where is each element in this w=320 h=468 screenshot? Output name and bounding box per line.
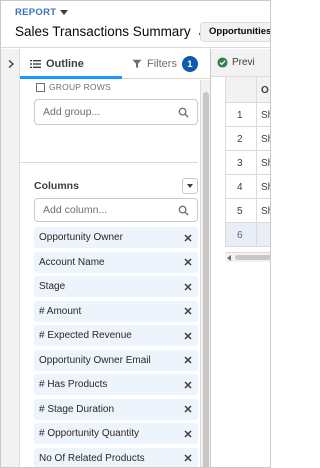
column-item[interactable]: Opportunity Owner Email [34,349,198,371]
add-column-placeholder: Add column... [43,204,108,216]
row-number: 2 [237,134,243,145]
filters-count-badge: 1 [181,56,198,72]
table-row: 5 Sh [225,199,270,223]
table-row: 1 Sh [225,103,270,127]
preview-tab-label: Previ [232,57,255,68]
row-number: 6 [237,230,243,241]
active-tab-indicator [20,76,122,79]
column-label: # Has Products [39,379,108,390]
report-builder: REPORT Sales Transactions Summary Opport… [0,0,271,468]
column-label: Account Name [39,256,105,268]
search-icon [178,107,189,118]
table-row: 4 Sh [225,175,270,199]
column-header[interactable]: O [256,77,270,102]
panel-scrollbar[interactable] [200,80,210,467]
table-cell: Sh [256,199,270,222]
column-item[interactable]: # Opportunity Quantity [34,423,198,444]
column-item[interactable]: # Expected Revenue [34,325,198,346]
chevron-right-icon[interactable] [6,59,16,69]
report-label: REPORT [15,7,57,18]
table-row: 3 Sh [225,151,270,175]
column-item[interactable]: Stage [34,276,198,297]
row-number: 4 [237,182,243,193]
filter-icon [132,59,142,69]
column-item[interactable]: Account Name [34,251,198,273]
panel-scrollbar-thumb[interactable] [203,92,209,467]
check-icon [217,57,228,68]
remove-icon[interactable] [184,454,192,462]
column-label: Opportunity Owner [39,232,123,243]
remove-icon[interactable] [184,233,192,242]
columns-menu-button[interactable] [182,178,198,194]
remove-icon[interactable] [184,356,192,364]
remove-icon[interactable] [184,405,192,413]
panel-tabs: Outline Filters 1 [20,49,210,79]
table-row: 2 Sh [225,127,270,151]
columns-header: Columns [34,177,198,195]
column-item[interactable]: # Stage Duration [34,398,198,420]
column-item[interactable]: # Has Products [34,374,198,395]
table-cell: Sh [256,175,270,198]
column-item[interactable]: Opportunity Owner [34,227,198,248]
add-group-input[interactable]: Add group... [34,99,198,125]
column-label: # Opportunity Quantity [39,428,140,439]
outline-icon [30,60,41,68]
caret-down-icon [60,10,69,15]
tab-filters[interactable]: Filters 1 [132,49,198,79]
column-label: # Expected Revenue [39,330,132,341]
table-cell: Sh [256,103,270,126]
row-number: 3 [237,158,243,169]
report-header: REPORT Sales Transactions Summary Opport… [1,1,270,48]
search-icon [178,205,189,216]
add-group-placeholder: Add group... [43,106,101,118]
row-number: 5 [237,206,243,217]
report-type-pill[interactable]: Opportunities [200,22,270,42]
remove-icon[interactable] [184,258,192,266]
outline-panel: Outline Filters 1 GROUP ROWS Add group..… [20,49,210,467]
remove-icon[interactable] [184,307,192,315]
report-title: Sales Transactions Summary [15,24,191,39]
remove-icon[interactable] [184,429,192,438]
tab-filters-label: Filters [147,58,177,70]
group-rows-label: GROUP ROWS [49,82,111,92]
panel-collapse-strip[interactable] [1,49,20,467]
table-cell [256,223,270,246]
group-rows-heading: GROUP ROWS [36,82,111,92]
add-column-input[interactable]: Add column... [34,198,198,222]
preview-horizontal-scrollbar[interactable] [225,252,270,262]
scroll-left-icon[interactable] [227,255,231,261]
column-item[interactable]: # Amount [34,300,198,322]
preview-table: O 1 Sh 2 Sh 3 Sh 4 Sh 5 Sh 6 [225,77,270,247]
columns-title: Columns [34,180,79,192]
remove-icon[interactable] [184,380,192,389]
remove-icon[interactable] [184,331,192,340]
caret-down-icon [187,184,193,188]
preview-scrollbar-thumb[interactable] [235,255,270,260]
table-header: O [225,77,270,103]
panel-scroll-area: GROUP ROWS Add group... Columns Add colu… [20,80,210,467]
column-label: # Stage Duration [39,403,115,415]
section-divider [20,162,198,163]
column-label: Stage [39,281,66,292]
table-cell: Sh [256,127,270,150]
column-item[interactable]: No Of Related Products [34,447,198,467]
row-number-header [226,77,256,102]
report-type-menu[interactable]: REPORT [15,7,69,18]
group-rows-icon [36,82,45,92]
title-row: Sales Transactions Summary [15,24,208,39]
preview-tab[interactable]: Previ [211,49,270,77]
column-label: No Of Related Products [39,452,145,464]
column-label: Opportunity Owner Email [39,354,151,366]
remove-icon[interactable] [184,282,192,291]
table-cell: Sh [256,151,270,174]
tab-outline-label: Outline [46,58,84,70]
tab-outline[interactable]: Outline [30,49,84,79]
row-number: 1 [237,110,243,121]
preview-pane: Previ O 1 Sh 2 Sh 3 Sh 4 Sh [210,49,270,467]
table-row: 6 [225,223,270,247]
column-label: # Amount [39,305,82,317]
columns-list: Opportunity Owner Account Name Stage # A… [34,227,198,467]
